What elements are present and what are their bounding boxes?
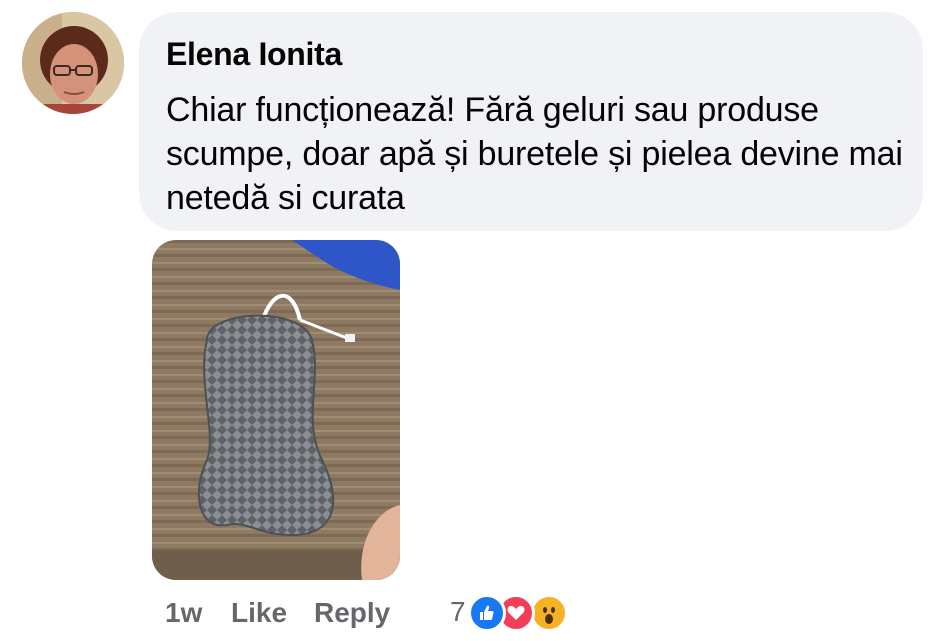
like-button[interactable]: Like xyxy=(231,597,287,629)
reply-button[interactable]: Reply xyxy=(314,597,390,629)
comment-photo[interactable] xyxy=(152,240,400,580)
avatar-image xyxy=(22,12,124,114)
comment-text: Chiar funcționează! Fără geluri sau prod… xyxy=(166,91,903,217)
sponge-photo xyxy=(152,240,400,580)
reaction-count[interactable]: 7 xyxy=(450,596,466,628)
avatar[interactable] xyxy=(22,12,124,114)
wow-icon[interactable] xyxy=(530,594,568,632)
like-icon[interactable] xyxy=(468,594,506,632)
comment-time[interactable]: 1w xyxy=(165,597,202,629)
comment-author[interactable]: Elena Ionita xyxy=(166,36,342,73)
